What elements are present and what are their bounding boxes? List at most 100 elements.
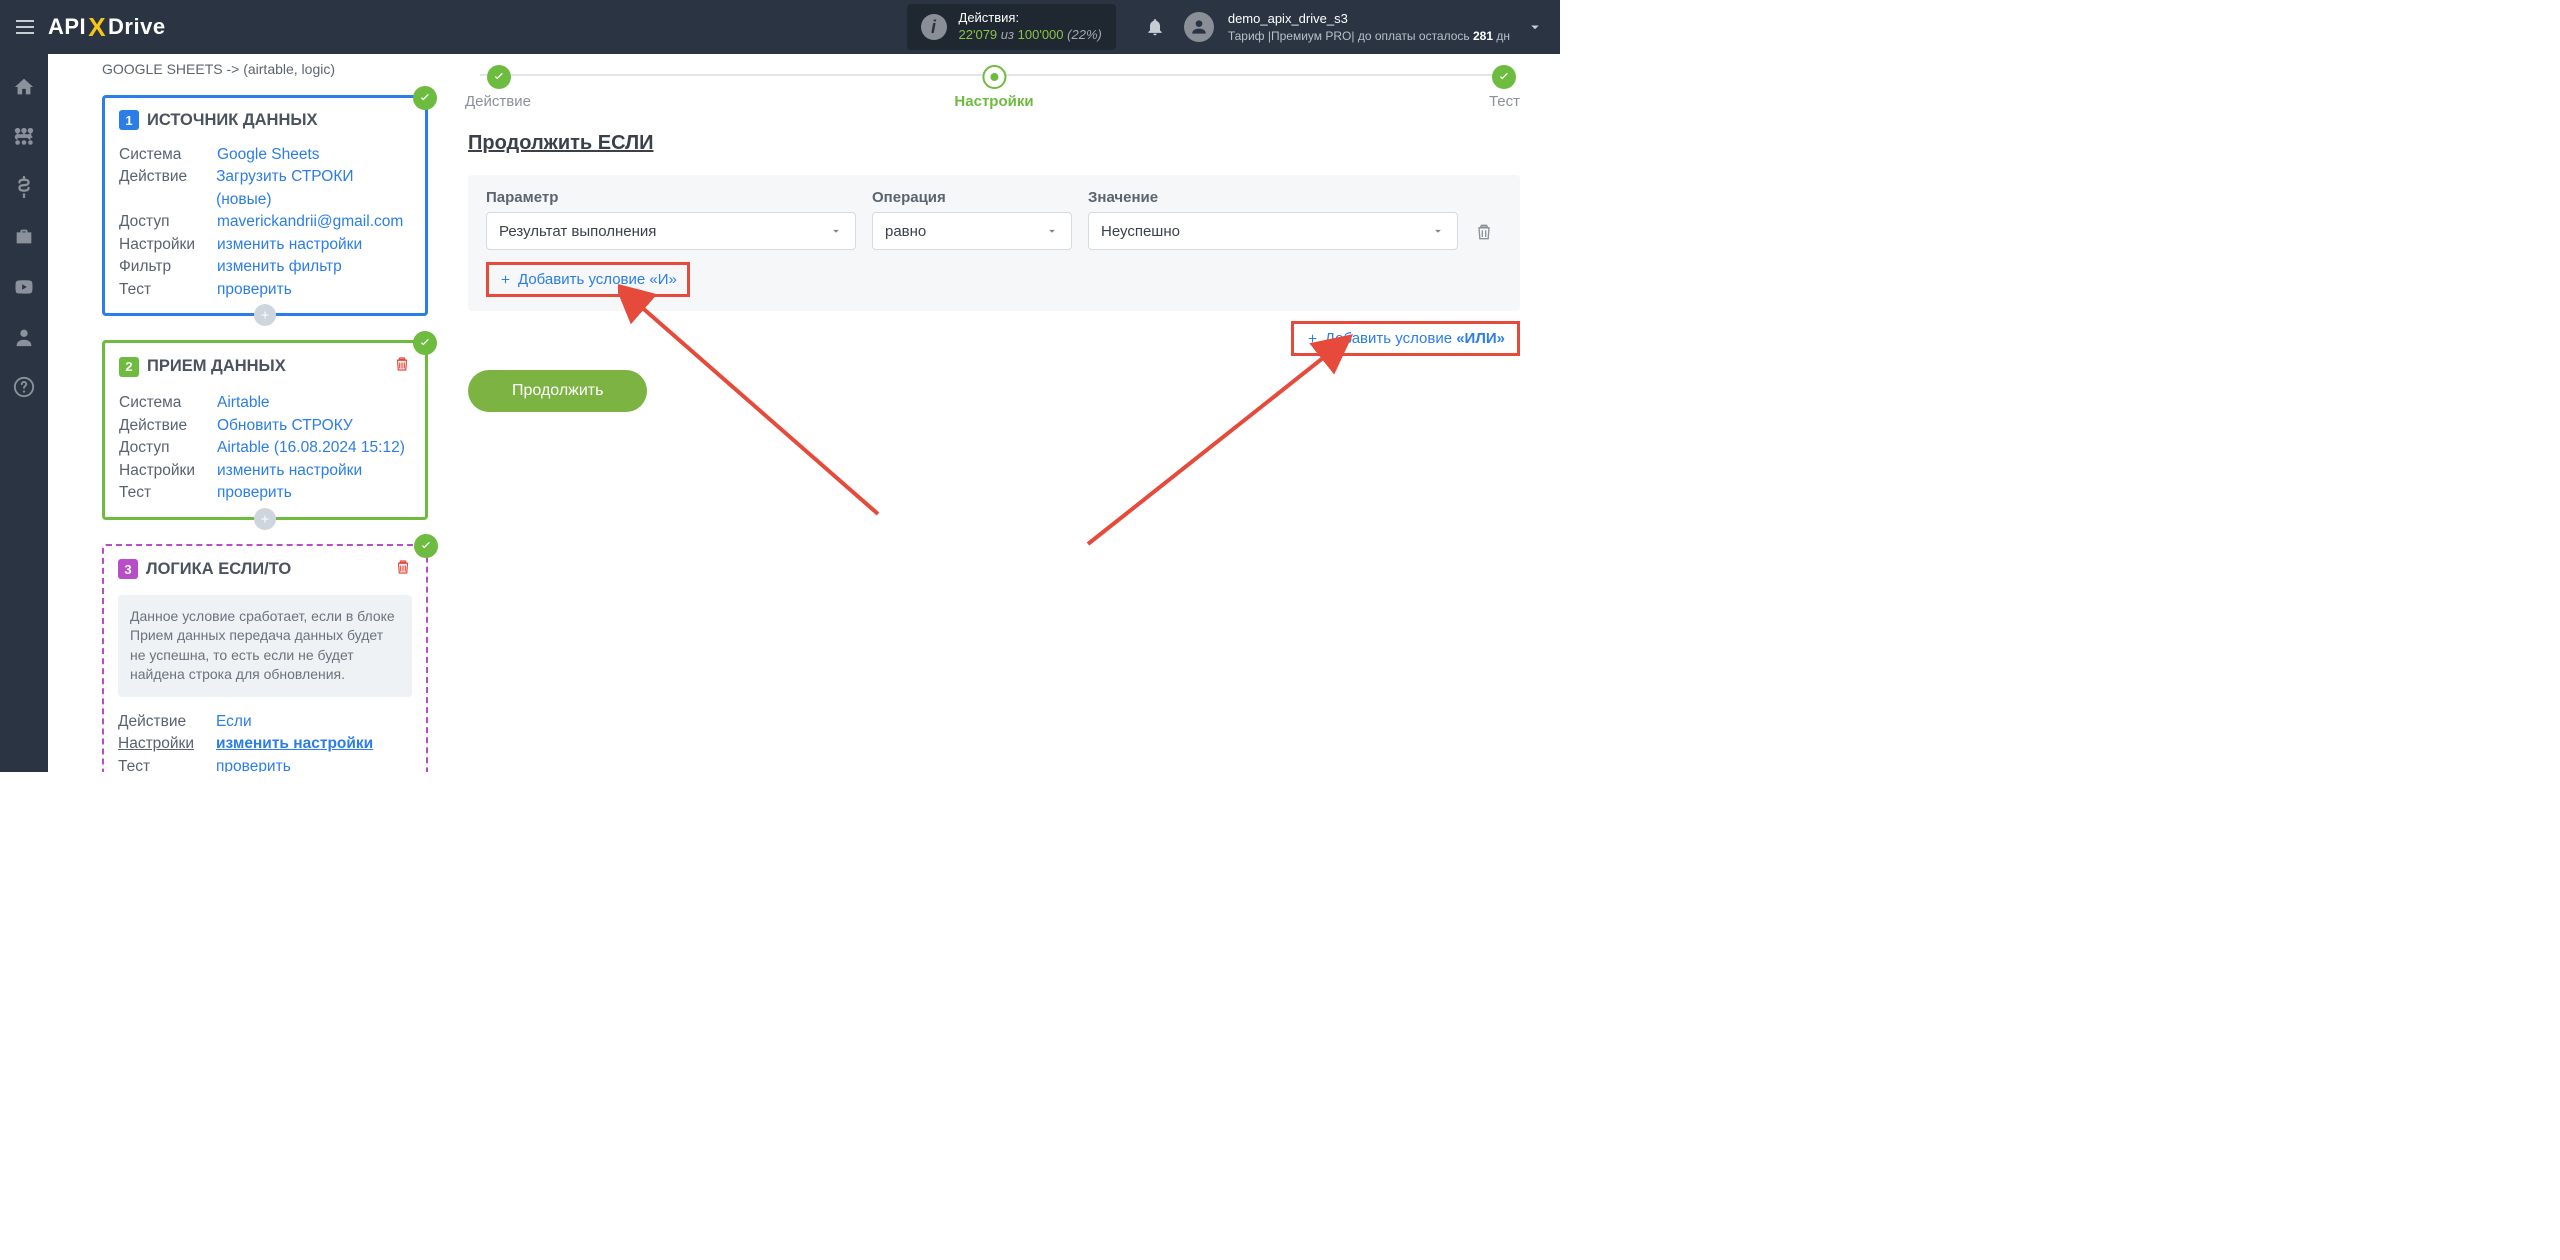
step-label: Тест: [1489, 93, 1520, 110]
add-step-button[interactable]: [254, 508, 276, 530]
connections-icon[interactable]: [13, 126, 35, 148]
card-title-text: ПРИЕМ ДАННЫХ: [147, 357, 286, 376]
menu-toggle[interactable]: [10, 12, 40, 42]
label: Настройки: [119, 234, 199, 256]
label: Настройки: [118, 733, 198, 755]
filter-link[interactable]: изменить фильтр: [217, 256, 342, 278]
card-title-text: ИСТОЧНИК ДАННЫХ: [147, 111, 318, 130]
home-icon[interactable]: [13, 76, 35, 98]
settings-link[interactable]: изменить настройки: [217, 460, 362, 482]
parameter-select[interactable]: Результат выполнения: [486, 212, 856, 250]
add-or-label: Добавить условие «ИЛИ»: [1325, 330, 1505, 347]
system-link[interactable]: Airtable: [217, 392, 270, 414]
label: Тест: [118, 756, 198, 772]
label: Система: [119, 392, 199, 414]
add-step-button[interactable]: [254, 304, 276, 326]
dollar-icon[interactable]: [13, 176, 35, 198]
delete-card-button[interactable]: [394, 558, 412, 581]
delete-card-button[interactable]: [393, 355, 411, 378]
label: Тест: [119, 279, 199, 301]
step-number: 3: [118, 559, 138, 579]
avatar-icon: [1184, 12, 1214, 42]
param-label: Параметр: [486, 189, 856, 206]
action-link[interactable]: Если: [216, 711, 252, 733]
card-title-text: ЛОГИКА ЕСЛИ/ТО: [146, 560, 291, 579]
check-icon: [413, 331, 437, 355]
actions-usage-box[interactable]: i Действия: 22'079 из 100'000 (22%): [907, 4, 1116, 50]
settings-link[interactable]: изменить настройки: [216, 733, 373, 755]
label: Доступ: [119, 437, 199, 459]
test-link[interactable]: проверить: [217, 279, 292, 301]
select-value: Неуспешно: [1101, 223, 1180, 240]
step-test[interactable]: Тест: [1489, 65, 1520, 110]
steps-sidebar: GOOGLE SHEETS -> (airtable, logic) 1 ИСТ…: [48, 54, 448, 772]
step-settings[interactable]: Настройки: [954, 65, 1033, 110]
label: Тест: [119, 482, 199, 504]
actions-usage-text: Действия: 22'079 из 100'000 (22%): [959, 10, 1102, 44]
youtube-icon[interactable]: [13, 276, 35, 298]
notifications-bell-icon[interactable]: [1136, 17, 1174, 37]
step-number: 1: [119, 110, 139, 130]
card-title: 3 ЛОГИКА ЕСЛИ/ТО: [118, 558, 412, 581]
logo-x: X: [86, 12, 108, 43]
test-link[interactable]: проверить: [216, 756, 291, 772]
tariff-days: 281: [1473, 29, 1493, 43]
step-label: Действие: [465, 93, 531, 110]
chevron-down-icon: [829, 224, 843, 238]
help-icon[interactable]: [13, 376, 35, 398]
tariff-suffix: дн: [1493, 29, 1510, 43]
info-icon: i: [921, 14, 947, 40]
condition-group: Параметр Результат выполнения Операция р…: [468, 175, 1520, 311]
add-or-condition-button[interactable]: Добавить условие «ИЛИ»: [1291, 321, 1520, 356]
access-link[interactable]: maverickandrii@gmail.com: [217, 211, 403, 233]
add-and-condition-button[interactable]: Добавить условие «И»: [486, 262, 690, 297]
main-panel: Действие Настройки Тест Продолжить ЕСЛИ …: [448, 54, 1560, 772]
test-link[interactable]: проверить: [217, 482, 292, 504]
top-header: API X Drive i Действия: 22'079 из 100'00…: [0, 0, 1560, 54]
op-label: Операция: [872, 189, 1072, 206]
card-title: 2 ПРИЕМ ДАННЫХ: [119, 355, 411, 378]
step-label: Настройки: [954, 93, 1033, 110]
tariff-pre: Тариф |Премиум PRO| до оплаты осталось: [1228, 29, 1473, 43]
step-action[interactable]: Действие: [468, 65, 531, 110]
settings-link[interactable]: изменить настройки: [217, 234, 362, 256]
user-menu[interactable]: demo_apix_drive_s3 Тариф |Премиум PRO| д…: [1184, 10, 1510, 44]
add-and-label: Добавить условие «И»: [518, 271, 677, 288]
logo-text: API: [48, 14, 86, 40]
logo-text2: Drive: [108, 14, 166, 40]
actions-used: 22'079: [959, 27, 998, 42]
actions-total: 100'000: [1018, 27, 1064, 42]
label: Действие: [119, 166, 198, 211]
chevron-down-icon: [1045, 224, 1059, 238]
destination-data-card[interactable]: 2 ПРИЕМ ДАННЫХ Система Airtable Действие О…: [102, 340, 428, 519]
check-icon: [413, 86, 437, 110]
step-number: 2: [119, 357, 139, 377]
operation-select[interactable]: равно: [872, 212, 1072, 250]
breadcrumb: GOOGLE SHEETS -> (airtable, logic): [102, 54, 428, 95]
briefcase-icon[interactable]: [13, 226, 35, 248]
section-title: Продолжить ЕСЛИ: [468, 132, 1520, 155]
select-value: равно: [885, 223, 926, 240]
label: Настройки: [119, 460, 199, 482]
label: Действие: [118, 711, 198, 733]
access-link[interactable]: Airtable (16.08.2024 15:12): [217, 437, 405, 459]
delete-condition-icon[interactable]: [1474, 222, 1494, 242]
plus-icon: [499, 273, 512, 286]
logic-if-card[interactable]: 3 ЛОГИКА ЕСЛИ/ТО Данное условие сработае…: [102, 544, 428, 772]
check-icon: [414, 534, 438, 558]
chevron-down-icon: [1431, 224, 1445, 238]
wizard-stepper: Действие Настройки Тест: [468, 62, 1520, 112]
system-link[interactable]: Google Sheets: [217, 144, 320, 166]
annotation-arrow-left: [618, 284, 918, 524]
value-select[interactable]: Неуспешно: [1088, 212, 1458, 250]
chevron-down-icon[interactable]: [1520, 18, 1550, 36]
logo[interactable]: API X Drive: [48, 12, 166, 43]
user-name: demo_apix_drive_s3: [1228, 10, 1510, 28]
action-link[interactable]: Обновить СТРОКУ: [217, 415, 353, 437]
label: Доступ: [119, 211, 199, 233]
source-data-card[interactable]: 1 ИСТОЧНИК ДАННЫХ СистемаGoogle Sheets Д…: [102, 95, 428, 316]
user-icon[interactable]: [13, 326, 35, 348]
continue-button[interactable]: Продолжить: [468, 370, 647, 412]
label: Действие: [119, 415, 199, 437]
action-link[interactable]: Загрузить СТРОКИ (новые): [216, 166, 411, 211]
